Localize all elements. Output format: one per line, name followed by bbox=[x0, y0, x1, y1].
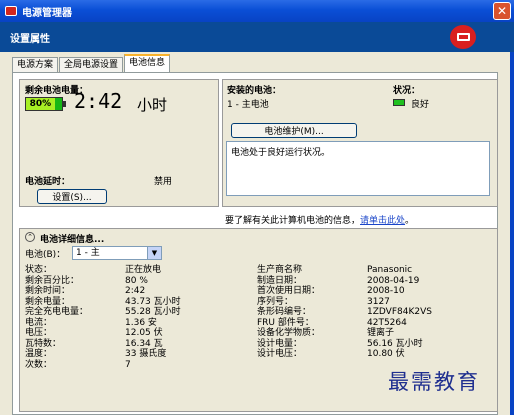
detail-value: 55.28 瓦小时 bbox=[125, 307, 181, 317]
detail-key: 温度： bbox=[25, 349, 53, 359]
detail-key: FRU 部件号： bbox=[257, 317, 314, 328]
detail-value: 2:42 bbox=[125, 286, 146, 296]
window-title: 电源管理器 bbox=[22, 7, 72, 19]
detail-value: 16.34 瓦 bbox=[125, 338, 163, 349]
detail-value: 2008-04-19 bbox=[367, 275, 420, 286]
close-button[interactable]: ✕ bbox=[493, 2, 511, 20]
detail-value: 33 摄氏度 bbox=[125, 349, 167, 359]
tab-global-settings[interactable]: 全局电源设置 bbox=[59, 57, 124, 72]
remaining-time-unit: 小时 bbox=[137, 96, 168, 114]
installed-item: 1 - 主电池 bbox=[227, 100, 269, 110]
detail-key: 剩余百分比： bbox=[25, 275, 80, 286]
detail-value: 1.36 安 bbox=[125, 317, 157, 328]
detail-value: 锂离子 bbox=[367, 328, 395, 338]
battery-header-icon bbox=[450, 25, 476, 49]
details-left-column: 状态： 正在放电 剩余百分比： 80 % 剩余时间： 2:42 剩余电量： 43.73 … bbox=[25, 265, 181, 370]
detail-key: 瓦特数： bbox=[25, 338, 62, 349]
battery-percent-text: 80% bbox=[26, 98, 55, 110]
detail-key: 生产商名称 bbox=[257, 265, 303, 275]
detail-key: 剩余时间： bbox=[25, 286, 71, 296]
main-body: 电源方案 全局电源设置 电池信息 剩余电池电量： 80% 2:42 小时 电池延… bbox=[0, 52, 510, 415]
tab-power-plans[interactable]: 电源方案 bbox=[12, 57, 59, 72]
header-title: 设置属性 bbox=[10, 33, 50, 45]
close-icon: ✕ bbox=[496, 4, 508, 18]
chevron-down-icon: ▼ bbox=[147, 247, 161, 259]
installed-battery-box: 安装的电池： 1 - 主电池 状况： 良好 电池维护(M)... 电池处于良好运… bbox=[222, 79, 498, 207]
details-right-column: 生产商名称 Panasonic 制造日期： 2008-04-19 首次使用日期： 20… bbox=[257, 265, 432, 360]
detail-value: 7 bbox=[125, 359, 131, 370]
detail-key: 序列号： bbox=[257, 296, 294, 307]
details-title: 电池详细信息... bbox=[40, 235, 105, 245]
detail-key: 设备化学物质： bbox=[257, 328, 321, 338]
battery-message-text: 电池处于良好运行状况。 bbox=[231, 148, 331, 158]
window-titlebar: 电源管理器 ✕ bbox=[0, 0, 514, 22]
battery-select-label: 电池(B)： bbox=[25, 250, 66, 260]
detail-value: 56.16 瓦小时 bbox=[367, 338, 423, 349]
detail-key: 制造日期： bbox=[257, 275, 303, 286]
detail-value: 10.80 伏 bbox=[367, 349, 405, 359]
detail-key: 首次使用日期： bbox=[257, 286, 321, 296]
battery-maintenance-button[interactable]: 电池维护(M)... bbox=[231, 123, 357, 138]
tab-battery-info[interactable]: 电池信息 bbox=[124, 54, 171, 72]
installed-label: 安装的电池： bbox=[227, 86, 282, 96]
status-label: 状况： bbox=[393, 86, 421, 96]
watermark: 最需教育 bbox=[388, 370, 480, 394]
collapse-details-icon[interactable]: ⌃ bbox=[25, 232, 35, 242]
battery-good-icon bbox=[393, 99, 405, 106]
window-right-border bbox=[510, 52, 514, 415]
detail-key: 次数： bbox=[25, 359, 53, 370]
detail-key: 条形码编号： bbox=[257, 307, 312, 317]
detail-value: 80 % bbox=[125, 275, 148, 286]
detail-key: 状态： bbox=[25, 265, 53, 275]
detail-key: 完全充电电量： bbox=[25, 307, 89, 317]
detail-value: 1ZDVF84K2VS bbox=[367, 307, 432, 317]
detail-key: 剩余电量： bbox=[25, 296, 71, 307]
remaining-time: 2:42 bbox=[74, 89, 123, 113]
battery-level-bar: 80% bbox=[25, 97, 66, 111]
detail-key: 电压： bbox=[25, 328, 53, 338]
header-bar: 设置属性 bbox=[0, 22, 514, 52]
battery-select-value: 1 - 主 bbox=[76, 248, 100, 258]
info-line: 要了解有关此计算机电池的信息，请单击此处。 bbox=[225, 213, 414, 226]
detail-value: 2008-10 bbox=[367, 286, 405, 296]
status-value: 良好 bbox=[411, 100, 430, 110]
detail-key: 设计电压： bbox=[257, 349, 303, 359]
info-line-end: 。 bbox=[405, 216, 415, 226]
detail-value: 12.05 伏 bbox=[125, 328, 163, 338]
power-manager-icon bbox=[5, 6, 17, 16]
delay-value: 禁用 bbox=[154, 177, 173, 187]
charge-box: 剩余电池电量： 80% 2:42 小时 电池延时： 禁用 设置(S)... bbox=[19, 79, 219, 207]
settings-button[interactable]: 设置(S)... bbox=[37, 189, 107, 204]
battery-message-box: 电池处于良好运行状况。 bbox=[226, 141, 490, 196]
detail-value: 43.73 瓦小时 bbox=[125, 296, 181, 307]
info-line-text: 要了解有关此计算机电池的信息， bbox=[225, 216, 361, 226]
detail-value: 正在放电 bbox=[125, 265, 162, 275]
detail-value: 42T5264 bbox=[367, 317, 407, 328]
detail-value: 3127 bbox=[367, 296, 390, 307]
detail-key: 设计电量： bbox=[257, 338, 303, 349]
detail-value: Panasonic bbox=[367, 265, 413, 275]
detail-key: 电流： bbox=[25, 317, 53, 328]
info-link[interactable]: 请单击此处 bbox=[360, 216, 405, 226]
battery-select[interactable]: 1 - 主 ▼ bbox=[72, 246, 162, 260]
tab-strip: 电源方案 全局电源设置 电池信息 bbox=[12, 54, 171, 72]
delay-label: 电池延时： bbox=[25, 177, 71, 187]
